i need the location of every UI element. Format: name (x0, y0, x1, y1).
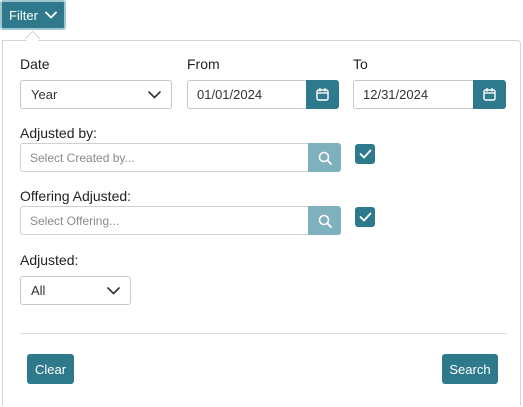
from-calendar-button[interactable] (306, 80, 339, 109)
to-date-input[interactable]: 12/31/2024 (353, 80, 473, 109)
filter-toggle-button[interactable]: Filter (0, 0, 66, 30)
adjusted-by-checkbox[interactable] (355, 144, 375, 164)
adjusted-by-input[interactable]: Select Created by... (20, 143, 308, 172)
adjusted-select-value: All (31, 283, 46, 298)
calendar-icon (483, 88, 496, 101)
search-icon (318, 151, 332, 165)
clear-button[interactable]: Clear (27, 354, 74, 384)
date-label: Date (20, 56, 50, 72)
search-icon (318, 214, 332, 228)
adjusted-select[interactable]: All (20, 276, 131, 305)
from-label: From (187, 56, 220, 72)
footer-divider (20, 333, 507, 334)
from-date-input[interactable]: 01/01/2024 (187, 80, 306, 109)
date-period-value: Year (31, 87, 58, 102)
adjusted-label: Adjusted: (20, 252, 79, 268)
offering-adjusted-checkbox[interactable] (355, 207, 375, 227)
to-label: To (353, 56, 368, 72)
chevron-down-icon (107, 286, 120, 294)
checkmark-icon (359, 212, 371, 222)
adjusted-by-label: Adjusted by: (20, 125, 98, 141)
checkmark-icon (359, 149, 371, 159)
chevron-down-icon (45, 11, 57, 19)
filter-toggle-label: Filter (9, 7, 38, 23)
offering-adjusted-label: Offering Adjusted: (20, 188, 132, 204)
calendar-icon (316, 88, 329, 101)
adjusted-by-search-button[interactable] (308, 143, 341, 172)
search-button[interactable]: Search (442, 354, 498, 384)
offering-search-button[interactable] (308, 206, 341, 235)
date-period-select[interactable]: Year (20, 80, 172, 109)
chevron-down-icon (148, 90, 161, 98)
offering-input[interactable]: Select Offering... (20, 206, 308, 235)
to-calendar-button[interactable] (473, 80, 506, 109)
